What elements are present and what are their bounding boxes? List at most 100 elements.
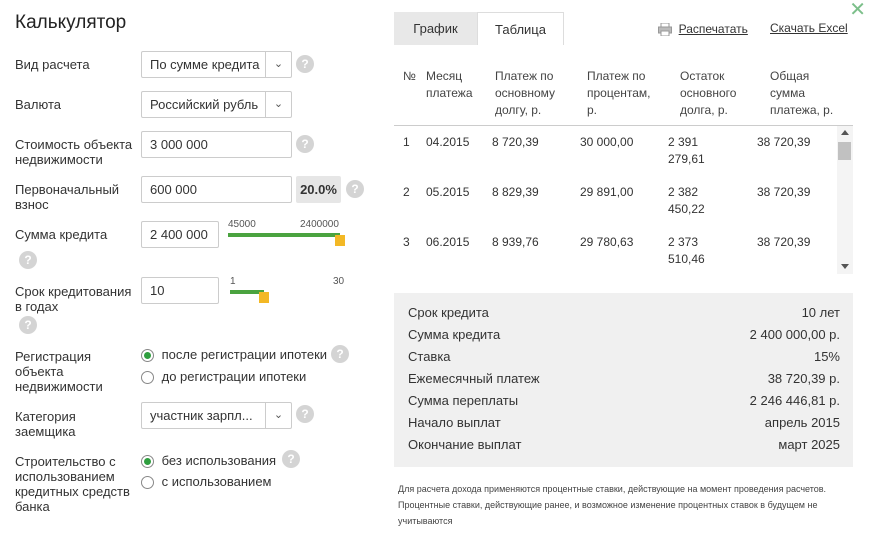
summary-value: 10 лет	[801, 305, 840, 320]
help-icon[interactable]: ?	[296, 135, 314, 153]
print-link[interactable]: Распечатать	[679, 22, 748, 36]
chevron-down-icon: ⌄	[265, 92, 291, 117]
registration-option-label: до регистрации ипотеки	[161, 369, 307, 384]
calc-type-label: Вид расчета	[15, 57, 90, 72]
construction-option[interactable]: без использования	[141, 453, 277, 469]
term-slider-max: 30	[333, 276, 345, 287]
table-row: 1 04.2015 8 720,39 30 000,00 2 391 279,6…	[394, 134, 837, 182]
scroll-down-icon[interactable]	[841, 264, 849, 269]
calculator-title: Калькулятор	[15, 12, 127, 33]
table-header: №	[403, 69, 416, 83]
tab-table[interactable]: Таблица	[477, 12, 564, 45]
down-payment-percent: 20.0%	[296, 176, 341, 203]
print-button[interactable]: Распечатать	[658, 21, 748, 37]
term-slider-min: 1	[230, 276, 236, 287]
summary-label: Начало выплат	[408, 415, 501, 430]
currency-value: Российский рубль	[150, 97, 259, 112]
construction-option[interactable]: с использованием	[141, 474, 272, 490]
table-cell: 29 891,00	[580, 185, 634, 199]
loan-slider-fill	[228, 233, 340, 237]
chevron-down-icon: ⌄	[265, 403, 291, 428]
borrower-category-select[interactable]: участник зарпл... ⌄	[141, 402, 292, 429]
term-slider[interactable]	[230, 290, 340, 303]
summary-label: Срок кредита	[408, 305, 489, 320]
table-header: Остаток основного долга, р.	[680, 69, 737, 117]
summary-label: Ставка	[408, 349, 451, 364]
summary-value: 38 720,39 р.	[767, 371, 840, 386]
tab-chart[interactable]: График	[394, 12, 477, 45]
registration-option[interactable]: до регистрации ипотеки	[141, 369, 307, 385]
summary-label: Сумма кредита	[408, 327, 501, 342]
table-scrollbar[interactable]	[837, 126, 853, 274]
help-icon[interactable]: ?	[346, 180, 364, 198]
table-cell: 8 939,76	[492, 235, 539, 249]
summary-value: 2 400 000,00 р.	[749, 327, 840, 342]
loan-slider[interactable]	[228, 233, 345, 246]
table-row: 2 05.2015 8 829,39 29 891,00 2 382 450,2…	[394, 184, 837, 232]
help-icon[interactable]: ?	[19, 251, 37, 269]
currency-label: Валюта	[15, 97, 61, 112]
borrower-category-label: Категория заемщика	[15, 409, 76, 439]
term-slider-handle[interactable]	[259, 292, 269, 303]
radio-selected[interactable]	[141, 455, 154, 469]
registration-option[interactable]: после регистрации ипотеки	[141, 347, 328, 363]
table-cell: 8 829,39	[492, 185, 539, 199]
loan-amount-label: Сумма кредита	[15, 227, 108, 242]
term-label: Срок кредитования в годах	[15, 284, 132, 314]
summary-label: Сумма переплаты	[408, 393, 519, 408]
summary-label: Окончание выплат	[408, 437, 522, 452]
summary-panel: Срок кредита 10 лет Сумма кредита 2 400 …	[394, 293, 853, 467]
printer-icon	[658, 22, 672, 37]
summary-value: 2 246 446,81 р.	[749, 393, 840, 408]
radio-selected[interactable]	[141, 349, 154, 363]
radio-unselected[interactable]	[141, 371, 154, 385]
help-icon[interactable]: ?	[19, 316, 37, 334]
property-cost-input[interactable]: 3 000 000	[141, 131, 292, 158]
table-cell: 29 780,63	[580, 235, 634, 249]
table-header: Платеж по процентам, р.	[587, 69, 651, 117]
loan-slider-handle[interactable]	[335, 235, 345, 246]
term-input[interactable]: 10	[141, 277, 219, 304]
table-row: 3 06.2015 8 939,76 29 780,63 2 373 510,4…	[394, 234, 837, 276]
table-cell: 3	[403, 235, 410, 249]
registration-option-label: после регистрации ипотеки	[161, 347, 328, 362]
borrower-category-value: участник зарпл...	[150, 408, 253, 423]
loan-amount-input[interactable]: 2 400 000	[141, 221, 219, 248]
table-header: Месяц платежа	[426, 69, 473, 100]
radio-unselected[interactable]	[141, 476, 154, 490]
schedule-table-body: 1 04.2015 8 720,39 30 000,00 2 391 279,6…	[394, 126, 837, 276]
construction-option-label: без использования	[161, 453, 277, 468]
calc-type-select[interactable]: По сумме кредита ⌄	[141, 51, 292, 78]
close-icon[interactable]: ✕	[849, 0, 866, 20]
table-cell: 8 720,39	[492, 135, 539, 149]
help-icon[interactable]: ?	[296, 55, 314, 73]
help-icon[interactable]: ?	[282, 450, 300, 468]
table-cell: 2 391 279,61	[668, 135, 705, 166]
summary-label: Ежемесячный платеж	[408, 371, 540, 386]
help-icon[interactable]: ?	[331, 345, 349, 363]
disclaimer-note: Для расчета дохода применяются процентны…	[398, 484, 827, 526]
loan-slider-min: 45000	[228, 219, 256, 230]
chevron-down-icon: ⌄	[265, 52, 291, 77]
construction-option-label: с использованием	[161, 474, 272, 489]
table-cell: 04.2015	[426, 135, 470, 149]
table-header: Платеж по основному долгу, р.	[495, 69, 556, 117]
property-cost-label: Стоимость объекта недвижимости	[15, 137, 133, 167]
table-cell: 05.2015	[426, 185, 470, 199]
table-cell: 2 373 510,46	[668, 235, 705, 266]
table-cell: 38 720,39	[757, 185, 811, 199]
currency-select[interactable]: Российский рубль ⌄	[141, 91, 292, 118]
down-payment-input[interactable]: 600 000	[141, 176, 292, 203]
table-cell: 30 000,00	[580, 135, 634, 149]
construction-label: Строительство с использованием кредитных…	[15, 454, 130, 514]
table-cell: 06.2015	[426, 235, 470, 249]
down-payment-label: Первоначальный взнос	[15, 182, 120, 212]
registration-label: Регистрация объекта недвижимости	[15, 349, 103, 394]
scroll-up-icon[interactable]	[841, 130, 849, 135]
table-cell: 2 382 450,22	[668, 185, 705, 216]
table-cell: 38 720,39	[757, 235, 811, 249]
table-cell: 38 720,39	[757, 135, 811, 149]
scrollbar-thumb[interactable]	[838, 142, 851, 160]
download-excel-link[interactable]: Скачать Excel	[770, 21, 848, 35]
help-icon[interactable]: ?	[296, 405, 314, 423]
